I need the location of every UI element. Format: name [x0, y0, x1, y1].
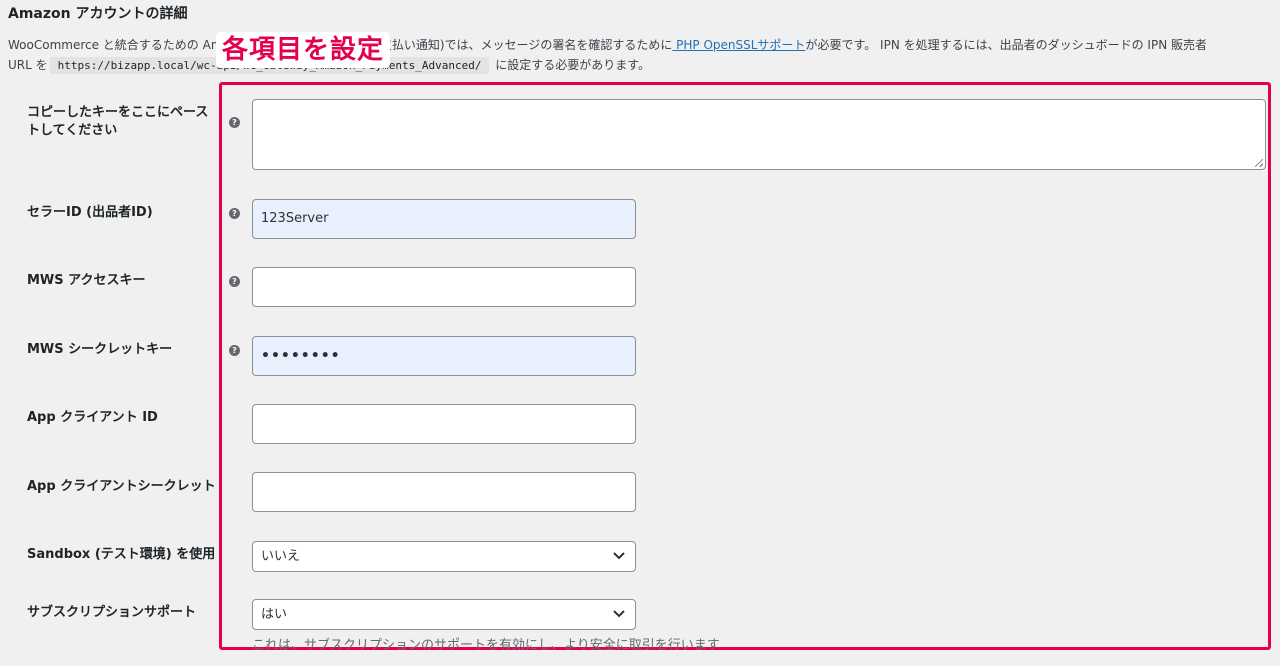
- sandbox-label: Sandbox (テスト環境) を使用: [27, 547, 216, 562]
- paste-key-label: コピーしたキーをここにペーストしてください: [27, 105, 209, 138]
- mws-access-key-input[interactable]: [252, 267, 636, 307]
- help-icon[interactable]: ?: [229, 276, 240, 287]
- mws-access-key-label: MWS アクセスキー: [27, 273, 146, 288]
- app-client-id-input[interactable]: [252, 404, 636, 444]
- subscriptions-select[interactable]: はい: [252, 599, 636, 630]
- description-text-3: が必要です。 IPN を処理するには、出品者のダッシュボードの IPN 販売者: [805, 38, 1208, 52]
- callout-banner: 各項目を設定: [216, 32, 391, 68]
- description-text-4: URL を: [8, 58, 48, 72]
- section-title: Amazon アカウントの詳細: [8, 6, 188, 22]
- subscriptions-note: これは、サブスクリプションのサポートを有効にし、より安全に取引を行います: [252, 638, 720, 653]
- sandbox-select[interactable]: いいえ: [252, 541, 636, 572]
- description-text-1: WooCommerce と統合するための Ama: [8, 38, 230, 52]
- chevron-down-icon: [613, 552, 625, 560]
- help-icon[interactable]: ?: [229, 117, 240, 128]
- description-text-2: 支払い通知)では、メッセージの署名を確認するために: [379, 38, 673, 52]
- seller-id-input[interactable]: 123Server: [252, 199, 636, 239]
- chevron-down-icon: [613, 610, 625, 618]
- paste-key-textarea[interactable]: [252, 99, 1266, 170]
- resize-grip-icon[interactable]: [1255, 159, 1263, 167]
- description-text-5: に設定する必要があります。: [491, 58, 651, 72]
- app-client-id-label: App クライアント ID: [27, 410, 158, 425]
- mws-secret-key-label: MWS シークレットキー: [27, 342, 173, 357]
- subscriptions-label: サブスクリプションサポート: [27, 605, 197, 620]
- openssl-link[interactable]: PHP OpenSSLサポート: [672, 38, 805, 52]
- help-icon[interactable]: ?: [229, 345, 240, 356]
- mws-secret-key-input[interactable]: ••••••••: [252, 336, 636, 376]
- settings-page: Amazon アカウントの詳細 WooCommerce と統合するための Ama…: [0, 0, 1280, 666]
- seller-id-label: セラーID (出品者ID): [27, 205, 153, 220]
- sandbox-value: いいえ: [261, 549, 301, 564]
- section-description: WooCommerce と統合するための Ama 支払い通知)では、メッセージの署…: [8, 35, 1270, 76]
- subscriptions-value: はい: [261, 607, 288, 622]
- help-icon[interactable]: ?: [229, 208, 240, 219]
- app-client-secret-input[interactable]: [252, 472, 636, 512]
- app-client-secret-label: App クライアントシークレット: [27, 479, 216, 494]
